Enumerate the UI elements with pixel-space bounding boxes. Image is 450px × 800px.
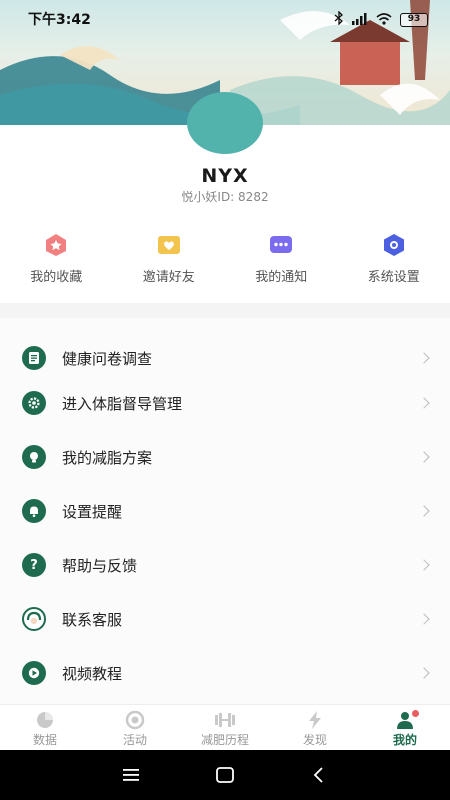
- question-icon: ?: [22, 553, 46, 577]
- tab-activity[interactable]: 活动: [90, 705, 180, 750]
- play-icon: [22, 661, 46, 685]
- quick-label: 我的收藏: [30, 270, 83, 285]
- quick-item-notifications[interactable]: 我的通知: [225, 228, 338, 288]
- status-bar: 下午3:42 93: [0, 0, 450, 34]
- menu-item-service[interactable]: 联系客服: [0, 597, 450, 641]
- back-icon[interactable]: [308, 764, 330, 786]
- battery-indicator: 93: [400, 12, 428, 27]
- star-icon: [43, 232, 69, 258]
- dumbbell-icon: [180, 710, 270, 730]
- home-icon[interactable]: [214, 764, 236, 786]
- user-id: 悦小妖ID: 8282: [181, 190, 269, 204]
- chevron-right-icon: [418, 613, 430, 625]
- target-icon: [90, 710, 180, 730]
- heart-envelope-icon: [156, 232, 182, 258]
- signal-icon: [352, 10, 368, 29]
- tab-label: 数据: [32, 733, 57, 747]
- menu-item-plan[interactable]: 我的减脂方案: [0, 435, 450, 479]
- chevron-right-icon: [418, 451, 430, 463]
- menu-item-reminder[interactable]: 设置提醒: [0, 489, 450, 533]
- tab-progress[interactable]: 减肥历程: [180, 705, 270, 750]
- user-icon: [360, 710, 450, 730]
- wifi-icon: [376, 10, 392, 29]
- menu-label: 我的减脂方案: [62, 448, 153, 467]
- chevron-right-icon: [418, 397, 430, 409]
- settings-hex-icon: [381, 232, 407, 258]
- tab-bar: 数据 活动 减肥历程 发现 我的: [0, 704, 450, 750]
- chevron-right-icon: [418, 559, 430, 571]
- menu-list: 健康问卷调查 进入体脂督导管理 我的减脂方案 设置提醒 ? 帮助与反馈 联系客服: [0, 318, 450, 704]
- tab-label: 活动: [122, 733, 147, 747]
- quick-item-favorites[interactable]: 我的收藏: [0, 228, 113, 288]
- menu-item-help[interactable]: ? 帮助与反馈: [0, 543, 450, 587]
- system-nav-bar: [0, 750, 450, 800]
- chevron-right-icon: [418, 352, 430, 364]
- tab-data[interactable]: 数据: [0, 705, 90, 750]
- quick-label: 邀请好友: [142, 270, 195, 285]
- chevron-right-icon: [418, 505, 430, 517]
- menu-label: 视频教程: [62, 664, 123, 683]
- notification-dot: [412, 710, 419, 717]
- bulb-icon: [22, 445, 46, 469]
- bell-icon: [22, 499, 46, 523]
- status-icons: 93: [334, 10, 428, 29]
- tab-label: 我的: [392, 733, 417, 747]
- menu-label: 健康问卷调查: [62, 349, 153, 368]
- headset-icon: [22, 607, 46, 631]
- message-dots-icon: [268, 232, 294, 258]
- questionnaire-icon: [22, 346, 46, 370]
- tab-label: 发现: [302, 733, 327, 747]
- quick-item-settings[interactable]: 系统设置: [338, 228, 450, 288]
- menu-label: 联系客服: [62, 610, 123, 629]
- menu-label: 帮助与反馈: [62, 556, 138, 575]
- menu-item-supervision[interactable]: 进入体脂督导管理: [0, 381, 450, 425]
- menu-item-questionnaire[interactable]: 健康问卷调查: [0, 336, 450, 380]
- menu-label: 设置提醒: [62, 502, 123, 521]
- status-time: 下午3:42: [28, 12, 91, 28]
- user-name: NYX: [201, 165, 249, 187]
- tab-label: 减肥历程: [200, 733, 249, 747]
- quick-item-invite[interactable]: 邀请好友: [113, 228, 226, 288]
- menu-label: 进入体脂督导管理: [62, 394, 183, 413]
- quick-label: 我的通知: [255, 270, 308, 285]
- quick-actions: 我的收藏 邀请好友 我的通知 系统设置: [0, 228, 450, 288]
- tab-discover[interactable]: 发现: [270, 705, 360, 750]
- pie-chart-icon: [0, 710, 90, 730]
- avatar[interactable]: [187, 92, 263, 154]
- tab-mine[interactable]: 我的: [360, 705, 450, 750]
- menu-icon[interactable]: [120, 764, 142, 786]
- chevron-right-icon: [418, 667, 430, 679]
- menu-item-video[interactable]: 视频教程: [0, 651, 450, 695]
- bluetooth-icon: [334, 10, 344, 29]
- settings-gear-icon: [22, 391, 46, 415]
- quick-label: 系统设置: [367, 270, 420, 285]
- lightning-icon: [270, 710, 360, 730]
